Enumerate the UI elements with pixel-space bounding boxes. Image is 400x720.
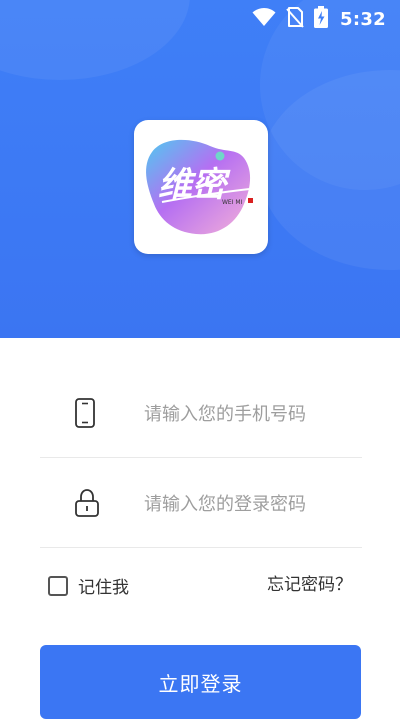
remember-me-toggle[interactable]: 记住我 (48, 573, 129, 598)
wifi-icon (252, 7, 276, 31)
phone-icon (74, 398, 96, 428)
password-field (40, 458, 362, 548)
phone-field (40, 368, 362, 458)
lock-icon (74, 488, 99, 518)
no-sim-icon (286, 6, 304, 32)
login-options: 记住我 忘记密码？ (40, 568, 362, 602)
status-time: 5:32 (340, 8, 386, 30)
app-logo: 维密 WEI MI (134, 120, 268, 254)
logo-subtext: WEI MI (222, 199, 243, 206)
battery-charging-icon (314, 6, 329, 32)
login-form (40, 368, 362, 548)
phone-input[interactable] (144, 396, 344, 432)
status-bar: 5:32 (0, 0, 400, 40)
forgot-password-link[interactable]: 忘记密码？ (267, 570, 352, 595)
header-banner: 5:32 维密 WEI MI (0, 0, 400, 338)
remember-me-label: 记住我 (78, 578, 129, 598)
password-input[interactable] (144, 486, 344, 522)
login-button[interactable]: 立即登录 (40, 645, 361, 719)
remember-me-checkbox[interactable] (48, 575, 68, 596)
logo-brand-text: 维密 (158, 165, 231, 205)
